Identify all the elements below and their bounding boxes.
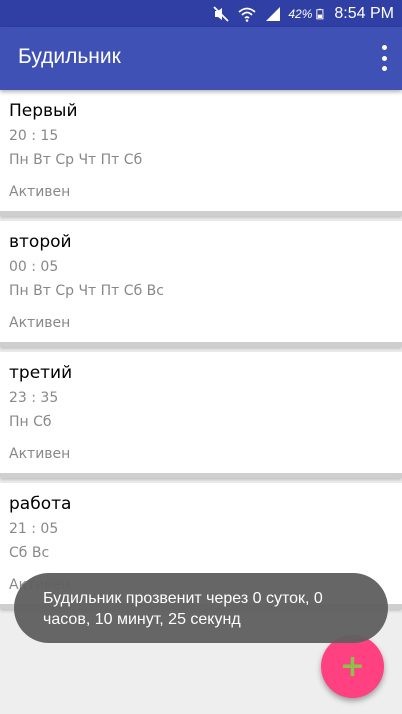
alarm-status: Активен (9, 184, 71, 200)
status-time: 8:54 PM (334, 4, 394, 22)
signal-icon (266, 6, 281, 21)
alarm-status: Активен (9, 446, 71, 462)
alarm-list: Первый 20 : 15 Пн Вт Ср Чт Пт Сб Активен… (0, 90, 402, 614)
alarm-time: 23 : 35 (9, 390, 59, 406)
alarm-name: второй (9, 232, 72, 252)
alarm-name: Первый (9, 101, 78, 121)
alarm-days: Пн Вт Ср Чт Пт Сб (9, 152, 143, 168)
alarm-days: Пн Вт Ср Чт Пт Сб Вс (9, 283, 164, 299)
add-alarm-button[interactable]: + (321, 635, 384, 698)
alarm-days: Сб Вс (9, 545, 50, 561)
alarm-days: Пн Сб (9, 414, 52, 430)
status-bar: 42% 8:54 PM (0, 0, 402, 27)
more-dot (381, 55, 387, 61)
alarm-time: 00 : 05 (9, 259, 59, 275)
wifi-icon (238, 7, 256, 22)
more-dot (381, 45, 387, 50)
app-bar: Будильник (0, 27, 402, 90)
battery-percent: 42% (288, 6, 313, 21)
alarm-card[interactable]: третий 23 : 35 Пн Сб Активен (0, 352, 402, 478)
alarm-card[interactable]: второй 00 : 05 Пн Вт Ср Чт Пт Сб Вс Акти… (0, 221, 402, 347)
battery-icon (316, 8, 324, 19)
alarm-time: 20 : 15 (9, 128, 59, 144)
mute-icon (213, 5, 230, 22)
more-dot (381, 66, 387, 71)
page-title: Будильник (18, 45, 121, 68)
alarm-name: третий (9, 363, 73, 383)
alarm-time: 21 : 05 (9, 521, 59, 537)
alarm-card[interactable]: Первый 20 : 15 Пн Вт Ср Чт Пт Сб Активен (0, 90, 402, 216)
add-icon: + (339, 649, 366, 684)
more-vert-icon[interactable] (378, 45, 390, 71)
toast-message: Будильник прозвенит через 0 суток, 0 час… (14, 573, 388, 643)
alarm-status: Активен (9, 315, 71, 331)
alarm-name: работа (9, 494, 72, 514)
